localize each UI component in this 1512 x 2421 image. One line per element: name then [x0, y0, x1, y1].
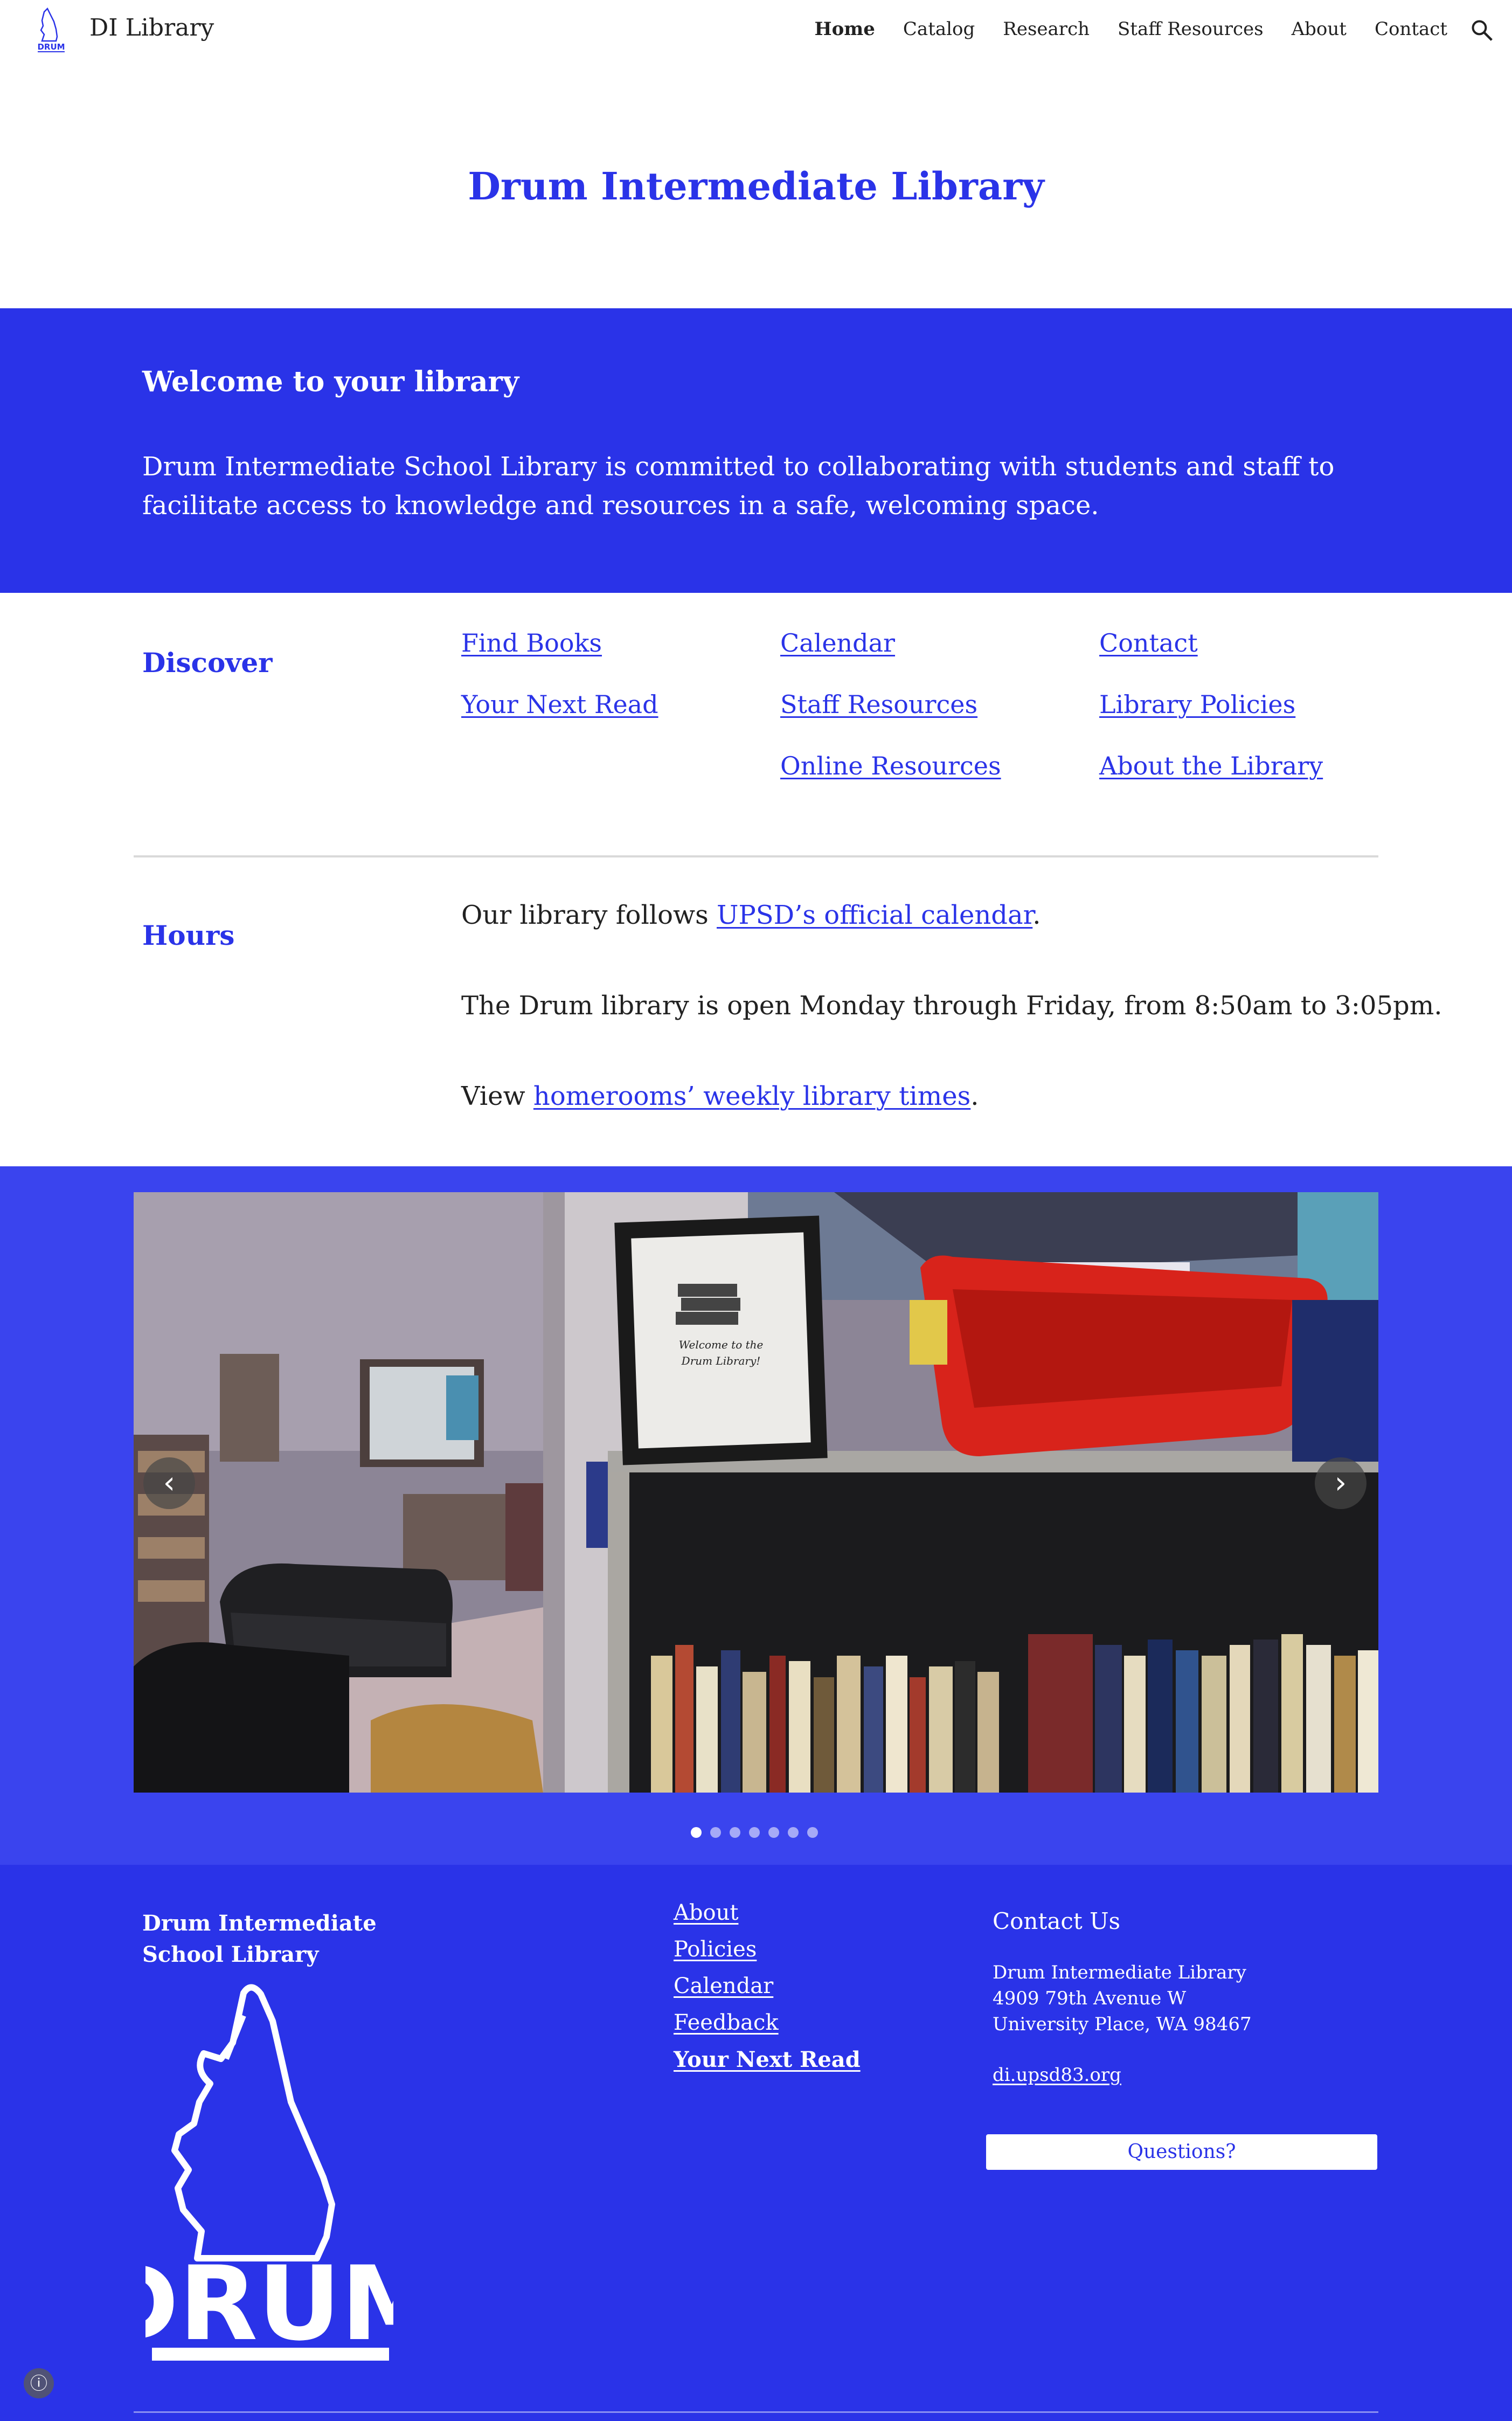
questions-button[interactable]: Questions?	[986, 2134, 1377, 2170]
carousel-dot-3[interactable]	[730, 1827, 740, 1838]
nav-research[interactable]: Research	[1003, 18, 1090, 40]
nav-about[interactable]: About	[1292, 18, 1347, 40]
online-resources-link[interactable]: Online Resources	[780, 751, 1001, 780]
logo-wordmark: DRUM	[37, 42, 65, 52]
footer-address-line2: 4909 79th Avenue W	[993, 1988, 1187, 2009]
nav-home[interactable]: Home	[815, 18, 875, 40]
your-next-read-link[interactable]: Your Next Read	[461, 690, 658, 719]
footer-calendar-link[interactable]: Calendar	[674, 1974, 773, 1998]
hours-label: Hours	[142, 919, 235, 951]
welcome-body: Drum Intermediate School Library is comm…	[142, 452, 1335, 521]
carousel-dot-6[interactable]	[788, 1827, 799, 1838]
hours-text: .	[1032, 900, 1041, 930]
hours-homeroom-line: View homerooms’ weekly library times.	[461, 1081, 979, 1111]
hours-text: Our library follows	[461, 900, 717, 930]
nav-catalog[interactable]: Catalog	[903, 18, 975, 40]
hours-calendar-line: Our library follows UPSD’s official cale…	[461, 900, 1041, 930]
footer-feedback-link[interactable]: Feedback	[674, 2010, 779, 2035]
carousel-next-button[interactable]: ›	[1315, 1457, 1367, 1509]
sign-text-line1: Welcome to the	[679, 1338, 764, 1351]
footer-school-name: Drum Intermediate School Library	[142, 1911, 377, 1967]
discover-label: Discover	[142, 647, 273, 679]
info-icon[interactable]: ⓘ	[24, 2368, 54, 2398]
site-title[interactable]: DI Library	[89, 14, 214, 41]
carousel-prev-button[interactable]: ‹	[143, 1457, 195, 1509]
about-library-link[interactable]: About the Library	[1099, 751, 1323, 780]
footer-about-link[interactable]: About	[674, 1900, 738, 1925]
footer-contact-heading: Contact Us	[993, 1908, 1121, 1934]
carousel-dot-5[interactable]	[768, 1827, 779, 1838]
nav-contact[interactable]: Contact	[1375, 18, 1447, 40]
welcome-heading: Welcome to your library	[142, 365, 519, 398]
footer: Drum Intermediate School Library DRUM Ab…	[0, 1865, 1512, 2421]
carousel-dot-4[interactable]	[749, 1827, 760, 1838]
main-nav: Home Catalog Research Staff Resources Ab…	[787, 18, 1448, 40]
calendar-link[interactable]: Calendar	[780, 628, 895, 658]
page-title: Drum Intermediate Library	[468, 164, 1044, 209]
search-icon[interactable]	[1470, 18, 1494, 42]
find-books-link[interactable]: Find Books	[461, 628, 602, 658]
section-divider	[134, 855, 1378, 857]
carousel-dot-1[interactable]	[691, 1827, 702, 1838]
homeroom-times-link[interactable]: homerooms’ weekly library times	[533, 1081, 970, 1111]
library-interior-image: Welcome to the Drum Library!	[134, 1192, 1378, 1793]
hours-open-times: The Drum library is open Monday through …	[461, 991, 1442, 1021]
footer-divider	[134, 2411, 1378, 2413]
carousel-dot-7[interactable]	[807, 1827, 818, 1838]
staff-resources-link[interactable]: Staff Resources	[780, 690, 977, 719]
carousel-dots	[691, 1827, 818, 1838]
hours-text: View	[461, 1081, 533, 1111]
upsd-calendar-link[interactable]: UPSD’s official calendar	[717, 900, 1032, 930]
wolf-logo-icon[interactable]: DRUM	[34, 8, 68, 53]
footer-address-line1: Drum Intermediate Library	[993, 1962, 1246, 1983]
sign-text-line2: Drum Library!	[681, 1354, 761, 1367]
hours-text: .	[970, 1081, 979, 1111]
top-bar: DRUM DI Library Home Catalog Research St…	[0, 0, 1512, 60]
footer-website-link[interactable]: di.upsd83.org	[993, 2064, 1121, 2086]
library-photo: Welcome to the Drum Library!	[134, 1192, 1378, 1793]
welcome-section: Welcome to your library Drum Intermediat…	[0, 308, 1512, 593]
carousel-dot-2[interactable]	[710, 1827, 721, 1838]
library-policies-link[interactable]: Library Policies	[1099, 690, 1295, 719]
drum-wolf-logo: DRUM	[145, 1984, 393, 2361]
footer-address-line3: University Place, WA 98467	[993, 2014, 1252, 2035]
footer-logo-wordmark: DRUM	[145, 2244, 393, 2361]
nav-staff-resources[interactable]: Staff Resources	[1118, 18, 1264, 40]
footer-your-next-read-link[interactable]: Your Next Read	[674, 2047, 861, 2072]
footer-policies-link[interactable]: Policies	[674, 1937, 757, 1962]
contact-link[interactable]: Contact	[1099, 628, 1198, 658]
